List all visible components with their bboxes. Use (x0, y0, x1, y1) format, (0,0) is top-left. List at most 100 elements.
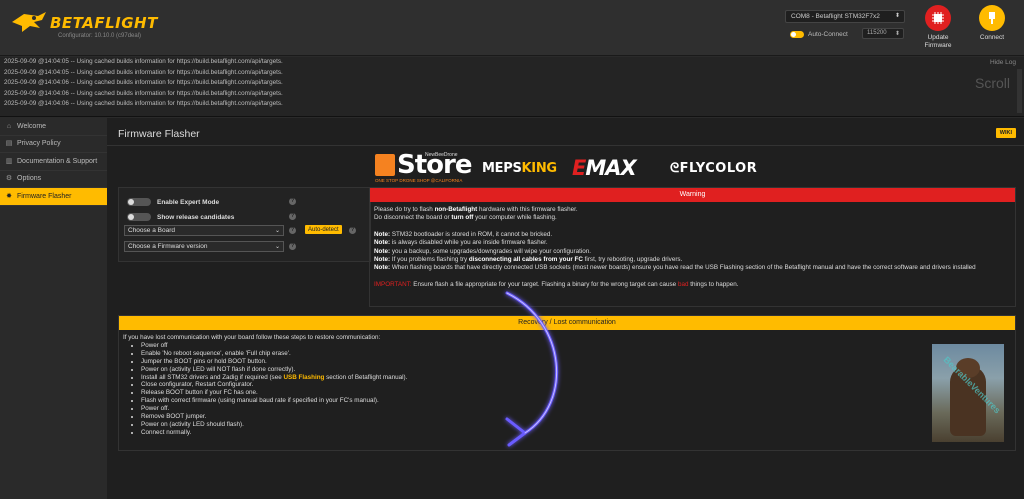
document-icon: ▤ (5, 140, 13, 147)
update-firmware-label: Update Firmware (924, 34, 952, 49)
gear-icon: ⚙ (5, 175, 13, 182)
sidebar-item-label: Documentation & Support (17, 157, 98, 165)
auto-connect-label: Auto-Connect (808, 30, 848, 38)
note-label: Note: (374, 256, 391, 264)
warning-text: Ensure (411, 280, 436, 288)
recovery-panel: Recovery / Lost communication If you hav… (118, 315, 1016, 451)
sidebar-item-welcome[interactable]: ⌂ Welcome (0, 118, 107, 136)
sidebar-item-options[interactable]: ⚙ Options (0, 171, 107, 188)
list-item: Remove BOOT jumper. (141, 413, 1011, 421)
note-label: Note: (374, 264, 391, 272)
release-candidates-label: Show release candidates (157, 213, 235, 221)
log-pane: 2025-09-09 @14:04:05 -- Using cached bui… (0, 57, 1024, 117)
warning-line-2: Do disconnect the board or turn off your… (374, 214, 1011, 222)
list-item: Flash with correct firmware (using manua… (141, 397, 1011, 405)
updown-arrow-icon: ⬍ (894, 13, 900, 19)
firmware-select-value: Choose a Firmware version (128, 243, 208, 250)
warning-text: When flashing boards that have directly … (390, 264, 976, 272)
board-select[interactable]: Choose a Board ⌄ (124, 225, 284, 236)
sidebar-item-label: Options (17, 175, 42, 182)
warning-text: Please do (374, 206, 404, 213)
main-content: Firmware Flasher WIKI Store NewBeeDrone … (107, 118, 1024, 499)
auto-detect-button[interactable]: Auto-detect (305, 225, 342, 234)
emax-logo[interactable]: EMAX (572, 156, 637, 180)
list-item: Enable 'No reboot sequence', enable 'Ful… (141, 350, 1011, 358)
wiki-button[interactable]: WIKI (995, 128, 1016, 138)
note-label: Note: (374, 230, 391, 238)
help-icon[interactable]: ? (289, 198, 296, 205)
connect-button[interactable]: Connect (972, 5, 1012, 42)
chip-icon (925, 5, 951, 31)
help-icon[interactable]: ? (289, 243, 296, 250)
brand-name: BETAFLIGHT (50, 14, 158, 32)
log-line: 2025-09-09 @14:04:05 -- Using cached bui… (4, 68, 283, 76)
baud-select[interactable]: 115200 ⬍ (862, 28, 904, 39)
help-icon[interactable]: ? (349, 227, 356, 234)
log-line: 2025-09-09 @14:04:06 -- Using cached bui… (4, 89, 283, 97)
warning-line-3: Note: STM32 bootloader is stored in ROM,… (374, 231, 1011, 239)
flash-icon: ✸ (6, 192, 12, 200)
mepsking-logo-a: MEPS (482, 161, 522, 176)
bad-word: bad (677, 280, 689, 288)
emax-logo-b: MAX (585, 156, 636, 180)
logo: BETAFLIGHT Configurator: 10.10.0 (c97dea… (8, 6, 158, 46)
mepsking-logo-b: KING (521, 161, 558, 176)
firmware-version-select[interactable]: Choose a Firmware version ⌄ (124, 241, 284, 252)
hide-log-link[interactable]: Hide Log (990, 59, 1016, 66)
warning-header: Warning (370, 188, 1015, 202)
list-item: Install all STM32 drivers and Zadig if r… (141, 374, 1011, 382)
flycolor-swirl-icon: ᘓ (670, 161, 680, 176)
scroll-watermark: Scroll (974, 75, 1010, 91)
title-bar: Firmware Flasher WIKI (107, 118, 1024, 146)
help-icon[interactable]: ? (289, 213, 296, 220)
warning-text: STM32 bootloader is stored in ROM, it ca… (390, 230, 553, 238)
flasher-options: Enable Expert Mode ? Show release candid… (118, 187, 371, 262)
sidebar-item-documentation[interactable]: ▥ Documentation & Support (0, 153, 107, 171)
sidebar-item-privacy-policy[interactable]: ▤ Privacy Policy (0, 136, 107, 153)
warning-text: turn off (451, 214, 474, 222)
warning-text: you a backup, some upgrades/downgrades w… (390, 247, 592, 255)
expert-mode-toggle[interactable] (127, 198, 151, 206)
auto-connect-toggle[interactable] (790, 30, 804, 38)
release-candidates-toggle[interactable] (127, 213, 151, 221)
sidebar-item-label: Privacy Policy (17, 140, 61, 147)
auto-connect[interactable]: Auto-Connect (790, 29, 848, 39)
log-line: 2025-09-09 @14:04:06 -- Using cached bui… (4, 100, 283, 107)
list-item: Close configurator, Restart Configurator… (141, 381, 1011, 389)
warning-text: hardware with this firmware flasher. (477, 206, 578, 213)
expert-mode-row: Enable Expert Mode (127, 197, 219, 207)
update-firmware-button[interactable]: Update Firmware (918, 5, 958, 49)
warning-text: first, try rebooting, upgrade drivers. (582, 256, 683, 264)
warning-body: Please do try to flash non-Betaflight ha… (370, 202, 1015, 293)
flycolor-logo[interactable]: ᘓFLYCOLOR (670, 161, 757, 176)
baud-select-value: 115200 (867, 30, 887, 36)
store-logo-icon[interactable] (375, 154, 395, 176)
warning-line-1: Please do try to flash non-Betaflight ha… (374, 206, 1011, 214)
log-scrollbar[interactable] (1017, 69, 1022, 113)
warning-line-7: Note: When flashing boards that have dir… (374, 264, 1011, 272)
warning-text: problems flashing try (409, 256, 469, 264)
sponsor-logos: Store NewBeeDrone ONE STOP DRONE SHOP @C… (375, 150, 775, 186)
recovery-intro: If you have lost communication with your… (123, 334, 381, 341)
warning-line-5: Note: you a backup, some upgrades/downgr… (374, 248, 1011, 256)
note-label: Note: (374, 239, 391, 247)
sidebar: ⌂ Welcome ▤ Privacy Policy ▥ Documentati… (0, 118, 107, 499)
help-icon[interactable]: ? (289, 227, 296, 234)
list-item: Connect normally. (141, 429, 1011, 437)
warning-line-8: IMPORTANT: Ensure flash a file appropria… (374, 281, 1011, 289)
list-item: Power on (activity LED will NOT flash if… (141, 366, 1011, 374)
recovery-steps: Power off Enable 'No reboot sequence', e… (123, 342, 1011, 437)
install-text: Install all STM32 drivers and Zadig if r… (141, 373, 284, 381)
port-select[interactable]: COM8 - Betaflight STM32F7x2 ⬍ (785, 10, 905, 23)
list-item: Jumper the BOOT pins or hold BOOT button… (141, 358, 1011, 366)
store-logo-subtitle: ONE STOP DRONE SHOP @CALIFORNIA (375, 178, 463, 183)
flycolor-logo-text: FLYCOLOR (679, 161, 758, 176)
warning-text: disconnecting all cables from your FC (468, 256, 583, 264)
usb-flashing-link[interactable]: USB Flashing (283, 374, 324, 381)
release-candidates-row: Show release candidates (127, 212, 234, 222)
warning-panel: Warning Please do try to flash non-Betaf… (369, 187, 1016, 307)
warning-text: Do (374, 214, 384, 222)
recovery-body: If you have lost communication with your… (119, 330, 1015, 441)
sidebar-item-firmware-flasher[interactable]: ✸ Firmware Flasher (0, 188, 107, 206)
mepsking-logo[interactable]: MEPSKING (482, 161, 557, 176)
